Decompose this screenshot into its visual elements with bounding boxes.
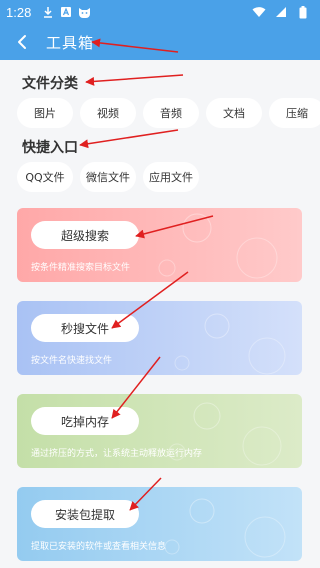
chip-documents[interactable]: 文档 <box>206 98 262 128</box>
file-category-chips: 图片 视频 音频 文档 压缩 <box>0 98 320 128</box>
quick-access-title: 快捷入口 <box>22 140 78 156</box>
back-button[interactable] <box>8 24 36 60</box>
page-title: 工具箱 <box>46 33 95 52</box>
signal-icon <box>274 5 288 19</box>
tool-card-quick-search[interactable]: 秒搜文件 按文件名快速找文件 <box>17 301 302 375</box>
quick-access-chips: QQ文件 微信文件 应用文件 <box>0 162 320 192</box>
status-indicators <box>252 5 314 19</box>
eat-memory-button[interactable]: 吃掉内存 <box>31 407 139 435</box>
apk-extract-button[interactable]: 安装包提取 <box>31 500 139 528</box>
file-category-title: 文件分类 <box>22 76 78 92</box>
super-search-desc: 按条件精准搜索目标文件 <box>31 263 131 273</box>
cat-icon <box>77 5 91 19</box>
status-time: 1:28 <box>6 4 32 20</box>
battery-icon <box>296 5 310 19</box>
tool-card-apk-extract[interactable]: 安装包提取 提取已安装的软件或查看相关信息 <box>17 487 302 561</box>
download-icon <box>41 5 55 19</box>
quick-search-desc: 按文件名快速找文件 <box>31 356 113 366</box>
chevron-left-icon <box>18 35 26 49</box>
chip-images[interactable]: 图片 <box>17 98 73 128</box>
app-bar: 工具箱 <box>0 24 320 60</box>
chip-videos[interactable]: 视频 <box>80 98 136 128</box>
wifi-icon <box>252 5 266 19</box>
chip-audio[interactable]: 音频 <box>143 98 199 128</box>
tool-card-eat-memory[interactable]: 吃掉内存 通过挤压的方式，让系统主动释放运行内存 <box>17 394 302 468</box>
content-area: 文件分类 图片 视频 音频 文档 压缩 快捷入口 QQ文件 微信文件 应用文件 … <box>0 60 320 568</box>
tool-card-super-search[interactable]: 超级搜索 按条件精准搜索目标文件 <box>17 208 302 282</box>
chip-archives[interactable]: 压缩 <box>269 98 320 128</box>
eat-memory-desc: 通过挤压的方式，让系统主动释放运行内存 <box>31 449 203 459</box>
chip-wechat-files[interactable]: 微信文件 <box>80 162 136 192</box>
apk-extract-desc: 提取已安装的软件或查看相关信息 <box>31 542 167 552</box>
chip-qq-files[interactable]: QQ文件 <box>17 162 73 192</box>
font-icon <box>59 5 73 19</box>
super-search-button[interactable]: 超级搜索 <box>31 221 139 249</box>
status-bar: 1:28 <box>0 0 320 24</box>
quick-search-button[interactable]: 秒搜文件 <box>31 314 139 342</box>
chip-app-files[interactable]: 应用文件 <box>143 162 199 192</box>
